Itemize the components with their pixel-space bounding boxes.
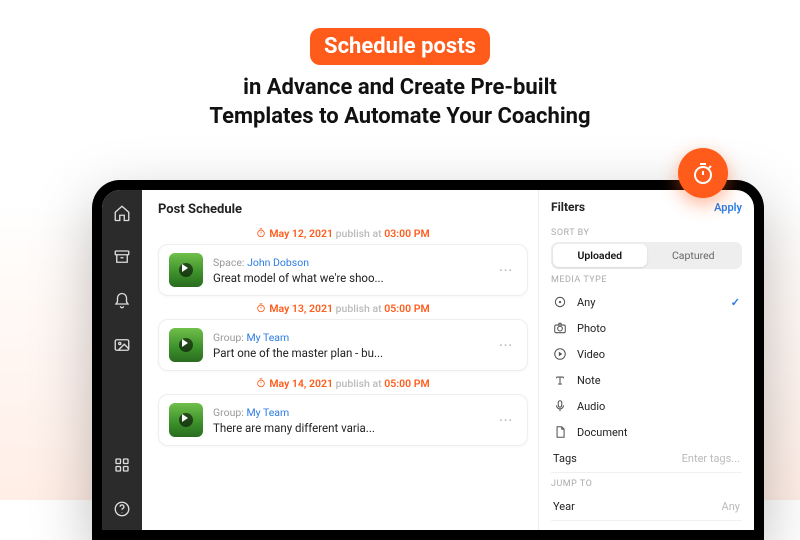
sort-segmented: UploadedCaptured bbox=[551, 242, 742, 269]
help-icon[interactable] bbox=[113, 500, 131, 518]
media-type-note[interactable]: Note bbox=[551, 367, 742, 393]
apps-icon[interactable] bbox=[113, 456, 131, 474]
tags-row[interactable]: Tags Enter tags... bbox=[551, 445, 742, 473]
home-icon[interactable] bbox=[113, 204, 131, 222]
media-type-label: Note bbox=[577, 374, 601, 387]
post-card[interactable]: Group: My Team Part one of the master pla… bbox=[158, 319, 528, 371]
check-icon: ✓ bbox=[731, 296, 740, 309]
date-header: May 12, 2021 publish at 03:00 PM bbox=[158, 227, 528, 240]
stopwatch-icon bbox=[691, 161, 715, 185]
filters-title: Filters bbox=[551, 200, 585, 214]
headline-line-1: in Advance and Create Pre-built bbox=[0, 75, 800, 100]
more-icon[interactable]: ··· bbox=[495, 413, 517, 427]
schedule-fab[interactable] bbox=[678, 148, 728, 198]
main-pane: Post Schedule May 12, 2021 publish at 03… bbox=[142, 190, 754, 530]
sort-option-captured[interactable]: Captured bbox=[647, 244, 741, 267]
archive-icon[interactable] bbox=[113, 248, 131, 266]
tablet-frame: Post Schedule May 12, 2021 publish at 03… bbox=[92, 180, 764, 540]
month-row[interactable]: Month bbox=[551, 521, 742, 530]
video-thumb bbox=[169, 328, 203, 362]
year-row[interactable]: Year Any bbox=[551, 493, 742, 521]
media-type-label: MEDIA TYPE bbox=[551, 275, 742, 285]
year-value: Any bbox=[722, 500, 740, 513]
media-type-label: Document bbox=[577, 426, 627, 439]
feed: Post Schedule May 12, 2021 publish at 03… bbox=[142, 190, 538, 530]
post-excerpt: Great model of what we're shoo... bbox=[213, 271, 443, 285]
post-excerpt: Part one of the master plan - bu... bbox=[213, 346, 443, 360]
apply-button[interactable]: Apply bbox=[714, 201, 742, 214]
media-type-audio[interactable]: Audio bbox=[551, 393, 742, 419]
circle-dot-icon bbox=[553, 295, 567, 309]
media-type-video[interactable]: Video bbox=[551, 341, 742, 367]
filters-panel: Filters Apply SORT BY UploadedCaptured M… bbox=[538, 190, 754, 530]
media-type-any[interactable]: Any ✓ bbox=[551, 289, 742, 315]
month-label: Month bbox=[553, 528, 585, 530]
media-type-label: Any bbox=[577, 296, 595, 309]
tags-placeholder: Enter tags... bbox=[682, 452, 740, 465]
media-type-document[interactable]: Document bbox=[551, 419, 742, 445]
headline-line-2: Templates to Automate Your Coaching bbox=[0, 104, 800, 129]
mic-icon bbox=[553, 399, 567, 413]
screen: Post Schedule May 12, 2021 publish at 03… bbox=[102, 190, 754, 530]
feed-title: Post Schedule bbox=[158, 202, 528, 217]
media-type-label: Photo bbox=[577, 322, 606, 335]
video-thumb bbox=[169, 253, 203, 287]
sort-option-uploaded[interactable]: Uploaded bbox=[553, 244, 647, 267]
year-label: Year bbox=[553, 500, 575, 513]
post-meta: Space: John Dobson bbox=[213, 256, 485, 269]
media-type-label: Video bbox=[577, 348, 605, 361]
post-meta: Group: My Team bbox=[213, 406, 485, 419]
date-header: May 13, 2021 publish at 05:00 PM bbox=[158, 302, 528, 315]
date-header: May 14, 2021 publish at 05:00 PM bbox=[158, 377, 528, 390]
headline-pill: Schedule posts bbox=[310, 28, 490, 65]
file-icon bbox=[553, 425, 567, 439]
tags-label: Tags bbox=[553, 452, 577, 465]
bell-icon[interactable] bbox=[113, 292, 131, 310]
more-icon[interactable]: ··· bbox=[495, 338, 517, 352]
play-circle-icon bbox=[553, 347, 567, 361]
post-card[interactable]: Space: John Dobson Great model of what we… bbox=[158, 244, 528, 296]
camera-icon bbox=[553, 321, 567, 335]
sort-by-label: SORT BY bbox=[551, 228, 742, 238]
post-card[interactable]: Group: My Team There are many different v… bbox=[158, 394, 528, 446]
post-excerpt: There are many different varia... bbox=[213, 421, 443, 435]
text-icon bbox=[553, 373, 567, 387]
jump-to-label: JUMP TO bbox=[551, 479, 742, 489]
video-thumb bbox=[169, 403, 203, 437]
image-icon[interactable] bbox=[113, 336, 131, 354]
headline: Schedule posts in Advance and Create Pre… bbox=[0, 0, 800, 129]
media-type-photo[interactable]: Photo bbox=[551, 315, 742, 341]
post-meta: Group: My Team bbox=[213, 331, 485, 344]
nav-sidebar bbox=[102, 190, 142, 530]
media-type-label: Audio bbox=[577, 400, 605, 413]
more-icon[interactable]: ··· bbox=[495, 263, 517, 277]
